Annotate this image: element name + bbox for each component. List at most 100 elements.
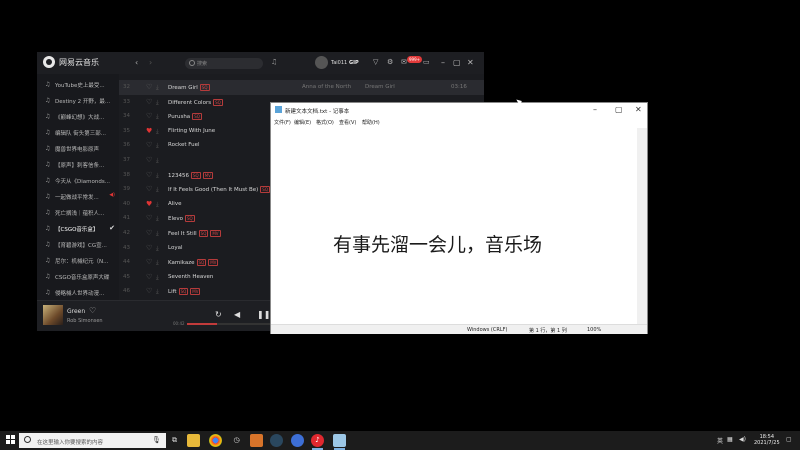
menu-format[interactable]: 格式(O) bbox=[316, 119, 334, 126]
download-icon[interactable]: ⤓ bbox=[156, 142, 159, 150]
heart-icon[interactable]: ♡ bbox=[146, 273, 152, 281]
vip-badge[interactable]: GIP bbox=[349, 60, 359, 66]
ime-indicator[interactable]: 英 bbox=[717, 436, 723, 445]
sidebar-playlist-item[interactable]: ♫ 《巅峰幻想》大战... bbox=[41, 108, 117, 124]
download-icon[interactable]: ⤓ bbox=[156, 84, 159, 92]
download-icon[interactable]: ⤓ bbox=[156, 99, 159, 107]
chrome-icon[interactable] bbox=[209, 434, 222, 447]
back-button[interactable]: ‹ bbox=[135, 58, 138, 67]
menu-help[interactable]: 帮助(H) bbox=[362, 119, 380, 126]
mini-mode-icon[interactable]: ▭ bbox=[423, 58, 430, 66]
line-ending: Windows (CRLF) bbox=[467, 327, 508, 333]
sidebar-playlist-item[interactable]: ♫ 今天从《Diamonds... bbox=[41, 172, 117, 188]
download-icon[interactable]: ⤓ bbox=[156, 259, 159, 267]
heart-icon[interactable]: ♡ bbox=[146, 258, 152, 266]
taskbar-clock[interactable]: 18:54 2021/7/25 bbox=[754, 434, 780, 446]
avatar[interactable] bbox=[315, 56, 328, 69]
app-blue-icon[interactable] bbox=[291, 434, 304, 447]
menu-view[interactable]: 查看(V) bbox=[339, 119, 356, 126]
sidebar-playlist-item[interactable]: ♫ 尼尔：机械纪元（N... bbox=[41, 252, 117, 268]
editor-text[interactable]: 有事先溜一会儿，音乐场 bbox=[333, 230, 542, 257]
username[interactable]: Tai011 bbox=[331, 60, 347, 66]
sidebar-playlist-item[interactable]: ♫ CSGO音乐盒原声大碟 bbox=[41, 268, 117, 284]
download-icon[interactable]: ⤓ bbox=[156, 201, 159, 209]
voice-search-icon[interactable]: ♫ bbox=[271, 58, 277, 66]
notepad-taskbar-icon[interactable] bbox=[333, 434, 346, 450]
download-icon[interactable]: ⤓ bbox=[156, 186, 159, 194]
download-icon[interactable]: ⤓ bbox=[156, 245, 159, 253]
network-icon[interactable]: ▦ bbox=[727, 436, 733, 443]
minimize-icon[interactable]: – bbox=[441, 58, 445, 67]
vertical-scrollbar[interactable] bbox=[637, 128, 647, 324]
app-orange-icon[interactable] bbox=[250, 434, 263, 447]
download-icon[interactable]: ⤓ bbox=[156, 128, 159, 136]
song-row[interactable]: 32 ♡ ⤓ Dream Girl SQ Anna of the North Dream G… bbox=[119, 80, 484, 95]
play-mode-icon[interactable]: ↻ bbox=[215, 310, 222, 319]
maximize-icon[interactable]: ▢ bbox=[453, 58, 461, 67]
windows-start-icon[interactable] bbox=[6, 435, 16, 445]
clock-app-icon[interactable]: ◷ bbox=[230, 434, 243, 447]
sidebar-playlist-item[interactable]: ♫ 一起做战平常发... ◀) bbox=[41, 188, 117, 204]
heart-icon[interactable]: ♡ bbox=[146, 229, 152, 237]
heart-icon[interactable]: ♡ bbox=[146, 287, 152, 295]
heart-icon[interactable]: ♡ bbox=[146, 171, 152, 179]
heart-icon[interactable]: ♡ bbox=[146, 244, 152, 252]
quality-badge: SQ bbox=[191, 171, 201, 179]
sidebar-playlist-item[interactable]: ♫ YouTube史上最受... bbox=[41, 76, 117, 92]
task-view-icon[interactable]: ⧉ bbox=[168, 434, 181, 447]
now-playing-title[interactable]: Green bbox=[67, 308, 85, 315]
album-cover[interactable] bbox=[43, 305, 63, 325]
taskbar-search-input[interactable]: 在这里输入你要搜索的内容 🎙 bbox=[19, 433, 166, 448]
download-icon[interactable]: ⤓ bbox=[156, 172, 159, 180]
taskbar: 在这里输入你要搜索的内容 🎙 ⧉ ◷ ♪ 英 ▦ ◀) 18:54 2021/7… bbox=[0, 431, 800, 450]
notification-icon[interactable]: ▢ bbox=[786, 436, 792, 443]
heart-icon[interactable]: ♡ bbox=[146, 185, 152, 193]
search-input[interactable]: 搜索 bbox=[185, 58, 263, 69]
heart-icon[interactable]: ♡ bbox=[146, 83, 152, 91]
download-icon[interactable]: ⤓ bbox=[156, 274, 159, 282]
skin-icon[interactable]: ▽ bbox=[373, 58, 378, 66]
text-editor[interactable]: 有事先溜一会儿，音乐场 bbox=[273, 128, 637, 324]
pause-icon[interactable]: ❚❚ bbox=[257, 310, 270, 319]
close-icon[interactable]: ✕ bbox=[467, 58, 474, 67]
file-explorer-icon[interactable] bbox=[187, 434, 200, 447]
microphone-icon[interactable]: 🎙 bbox=[152, 436, 161, 444]
download-icon[interactable]: ⤓ bbox=[156, 215, 159, 223]
heart-icon[interactable]: ♥ bbox=[146, 127, 152, 135]
volume-icon[interactable]: ◀) bbox=[739, 436, 746, 443]
sidebar-playlist-item[interactable]: ♫ 【CSGO音乐盒】 ✔ bbox=[41, 220, 117, 236]
heart-icon[interactable]: ♡ bbox=[146, 141, 152, 149]
menu-file[interactable]: 文件(F) bbox=[274, 119, 291, 126]
steam-icon[interactable] bbox=[270, 434, 283, 447]
sidebar-playlist-item[interactable]: ♫ 死亡搁浅｜蕴积人... bbox=[41, 204, 117, 220]
heart-icon[interactable]: ♡ bbox=[146, 214, 152, 222]
settings-icon[interactable]: ⚙ bbox=[387, 58, 393, 66]
sidebar-playlist-item[interactable]: ♫ 魔兽世界电影原声 bbox=[41, 140, 117, 156]
notepad-menubar: 文件(F) 编辑(E) 格式(O) 查看(V) 帮助(H) bbox=[271, 117, 647, 127]
heart-icon[interactable]: ♥ bbox=[146, 200, 152, 208]
download-icon[interactable]: ⤓ bbox=[156, 157, 159, 165]
heart-icon[interactable]: ♡ bbox=[146, 112, 152, 120]
maximize-icon[interactable]: ▢ bbox=[615, 105, 623, 114]
sidebar-playlist-item[interactable]: ♫ 侵略械人世界动漫... bbox=[41, 284, 117, 300]
sidebar-playlist-item[interactable]: ♫ Destiny 2 开野，最... bbox=[41, 92, 117, 108]
menu-edit[interactable]: 编辑(E) bbox=[294, 119, 311, 126]
download-icon[interactable]: ⤓ bbox=[156, 113, 159, 121]
netease-music-icon[interactable]: ♪ bbox=[311, 434, 324, 450]
now-playing-artist[interactable]: Rob Simonsen bbox=[67, 318, 103, 324]
song-artist[interactable]: Anna of the North bbox=[302, 84, 351, 90]
heart-icon[interactable]: ♡ bbox=[146, 98, 152, 106]
close-icon[interactable]: ✕ bbox=[635, 105, 642, 114]
like-heart-icon[interactable]: ♡ bbox=[89, 306, 96, 315]
download-icon[interactable]: ⤓ bbox=[156, 288, 159, 296]
previous-icon[interactable]: ◀ bbox=[234, 310, 240, 319]
heart-icon[interactable]: ♡ bbox=[146, 156, 152, 164]
sidebar-playlist-item[interactable]: ♫ 【育碧游戏】CG宣... bbox=[41, 236, 117, 252]
minimize-icon[interactable]: – bbox=[593, 105, 597, 114]
sidebar-playlist-item[interactable]: ♫ 编辑队 街头第三部... bbox=[41, 124, 117, 140]
forward-button[interactable]: › bbox=[149, 58, 152, 67]
download-icon[interactable]: ⤓ bbox=[156, 230, 159, 238]
mail-icon[interactable]: ✉ bbox=[401, 58, 407, 66]
sidebar-playlist-item[interactable]: ♫ 【原声】刺客信条... bbox=[41, 156, 117, 172]
song-album[interactable]: Dream Girl bbox=[365, 84, 395, 90]
